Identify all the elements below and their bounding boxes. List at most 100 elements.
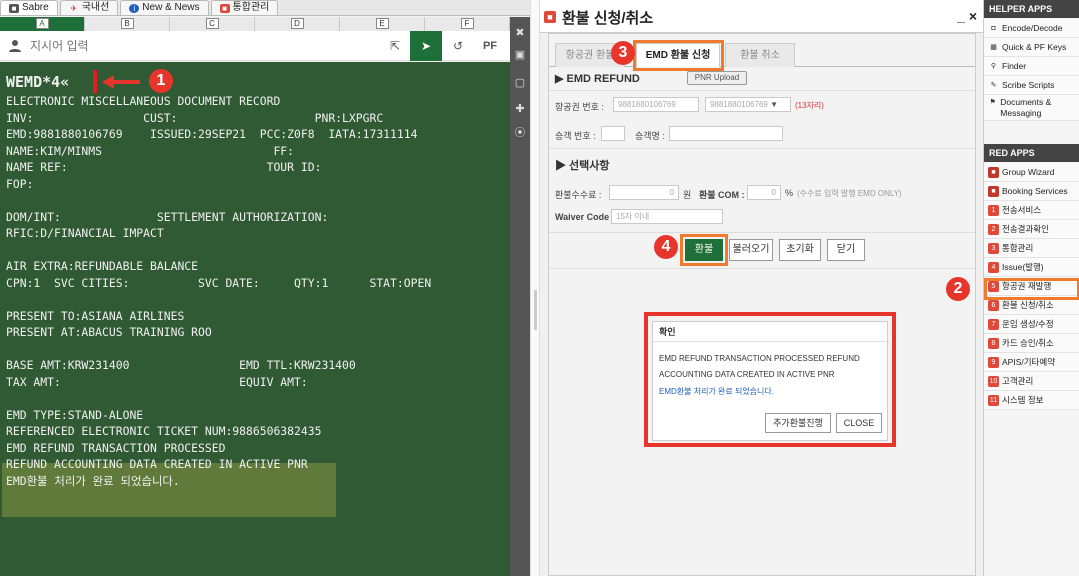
terminal-line: INV: CUST: PNR:LXPGRC	[6, 110, 384, 125]
history-icon: ↺	[452, 38, 464, 53]
terminal-line: EMD REFUND TRANSACTION PROCESSED	[6, 440, 226, 455]
red-app-item[interactable]: 3 통합관리	[984, 239, 1079, 258]
refund-fee-field[interactable]: 0	[609, 185, 679, 200]
red-app-label: 전송결과확인	[1002, 224, 1049, 234]
tab-sabre[interactable]: ■ Sabre	[0, 0, 58, 15]
briefcase-icon[interactable]: ▣	[510, 45, 530, 65]
helper-item-label: Documents & Messaging	[1000, 97, 1052, 118]
terminal-screen[interactable]: WEMD*4« ELECTRONIC MISCELLANEOUS DOCUMENT…	[0, 62, 510, 576]
sabre-icon: ■	[9, 3, 19, 13]
red-app-item[interactable]: 8 카드 승인/취소	[984, 334, 1079, 353]
red-app-item[interactable]: 10 고객관리	[984, 372, 1079, 391]
helper-apps-header: HELPER APPS	[984, 0, 1079, 18]
additional-refund-button[interactable]: 추가환불진행	[765, 413, 831, 433]
red-app-label: 운임 생성/수정	[1002, 319, 1054, 329]
splitter-handle[interactable]	[534, 290, 537, 330]
divider	[549, 148, 975, 149]
copy-icon[interactable]: ▢	[510, 73, 530, 93]
step-badge-4: 4	[654, 235, 678, 259]
tab-domestic[interactable]: ✈ 국내선	[59, 0, 119, 15]
dialog-close-button[interactable]: CLOSE	[836, 413, 882, 433]
reset-button[interactable]: 초기화	[779, 239, 821, 261]
section-emd-refund: ▶ EMD REFUND	[555, 73, 640, 85]
pin-icon: ⚑	[989, 99, 996, 106]
refund-tabs: 항공권 환불 EMD 환불 신청 환불 취소 3	[549, 39, 975, 71]
chevron-down-icon: ▼	[770, 100, 778, 109]
pf-button[interactable]: PF	[474, 31, 506, 61]
keyboard-icon: ▦	[990, 44, 997, 52]
passenger-name-label: 승객명 :	[635, 131, 665, 141]
column-e[interactable]: E	[340, 17, 425, 31]
info-icon: i	[129, 3, 140, 13]
external-link-button[interactable]: ⇱	[380, 31, 410, 61]
red-app-item[interactable]: 1 전송서비스	[984, 201, 1079, 220]
app-icon: ■	[219, 3, 230, 13]
pin-icon[interactable]: ✚	[510, 99, 530, 119]
load-button[interactable]: 불러오기	[729, 239, 773, 261]
pnr-upload-button[interactable]: PNR Upload	[687, 71, 747, 85]
red-app-label: Booking Services	[1002, 186, 1068, 196]
close-button[interactable]: 닫기	[827, 239, 865, 261]
send-button[interactable]: ➤	[410, 30, 442, 61]
column-d[interactable]: D	[255, 17, 340, 31]
command-input[interactable]	[30, 38, 360, 53]
history-button[interactable]: ↺	[442, 31, 474, 61]
num-icon: 10	[988, 376, 999, 388]
window-controls[interactable]: _ ×	[957, 8, 977, 24]
column-c[interactable]: C	[170, 17, 255, 31]
terminal-line: TAX AMT: EQUIV AMT:	[6, 374, 308, 389]
step-badge-2: 2	[946, 277, 970, 301]
ticket-number-field[interactable]: 9881880106769	[613, 97, 699, 112]
red-app-item[interactable]: 7 운임 생성/수정	[984, 315, 1079, 334]
red-app-label: 카드 승인/취소	[1002, 338, 1054, 348]
red-app-item[interactable]: 4 Issue(발행)	[984, 258, 1079, 277]
terminal-toolstrip: ✖ ▣ ▢ ✚ ⦿	[510, 17, 530, 576]
red-app-item[interactable]: 2 전송결과확인	[984, 220, 1079, 239]
red-app-item[interactable]: ■ Group Wizard	[984, 163, 1079, 182]
refund-com-field[interactable]: 0	[747, 185, 781, 200]
red-app-item[interactable]: ■ Booking Services	[984, 182, 1079, 201]
tab-integrated[interactable]: ■ 통합관리	[210, 0, 279, 15]
helper-item-label: Scribe Scripts	[1002, 80, 1055, 90]
red-app-label: 환불 신청/취소	[1002, 300, 1054, 310]
column-a[interactable]: A	[0, 17, 85, 31]
red-app-label: 전송서비스	[1002, 205, 1042, 215]
terminal-line: REFUND ACCOUNTING DATA CREATED IN ACTIVE…	[6, 457, 308, 471]
send-icon: ➤	[420, 38, 432, 53]
command-bar: ⇱ ➤ ↺ PF	[0, 30, 510, 61]
action-buttons: 환불 불러오기 초기화 닫기	[549, 231, 975, 266]
column-b[interactable]: B	[85, 17, 170, 31]
num-icon: 9	[988, 357, 999, 369]
passenger-name-field[interactable]	[669, 126, 783, 141]
tab-refund-cancel[interactable]: 환불 취소	[725, 43, 795, 67]
helper-item[interactable]: ◘ Encode/Decode	[984, 19, 1079, 38]
red-app-label: APIS/기타예약	[1002, 357, 1056, 367]
terminal-line: EMD환불 처리가 완료 되었습니다.	[6, 473, 180, 488]
terminal-line: NAME REF: TOUR ID:	[6, 160, 322, 174]
helper-item-label: Finder	[1002, 61, 1027, 71]
passenger-number-field[interactable]	[601, 126, 625, 141]
panel-splitter[interactable]	[530, 0, 540, 576]
helper-item[interactable]: ⚑ Documents & Messaging	[984, 95, 1079, 121]
red-app-label: 고객관리	[1002, 376, 1034, 386]
helper-item[interactable]: ⚲ Finder	[984, 57, 1079, 76]
num-icon: 3	[988, 243, 999, 255]
tools-icon[interactable]: ✖	[510, 23, 530, 43]
refund-com-unit: %	[785, 188, 794, 198]
ticket-number-select[interactable]: 9881880106769 ▼	[705, 97, 791, 112]
terminal-command-line: WEMD*4«	[6, 73, 70, 91]
helper-item[interactable]: ✎ Scribe Scripts	[984, 76, 1079, 95]
play-icon[interactable]: ⦿	[510, 123, 530, 143]
column-f[interactable]: F	[425, 17, 510, 31]
red-app-item[interactable]: 11 시스템 정보	[984, 391, 1079, 410]
helper-item[interactable]: ▦ Quick & PF Keys	[984, 38, 1079, 57]
tab-new-news[interactable]: i New & News	[120, 0, 209, 15]
step-badge-3: 3	[611, 41, 635, 65]
refund-fee-unit: 원	[683, 190, 692, 200]
booking-icon: ■	[988, 186, 999, 198]
red-app-label: Issue(발행)	[1002, 262, 1044, 272]
waiver-code-field[interactable]: 15자 이내	[611, 209, 723, 224]
dialog-message-line: EMD REFUND TRANSACTION PROCESSED REFUND	[659, 354, 860, 363]
red-app-item[interactable]: 9 APIS/기타예약	[984, 353, 1079, 372]
terminal-line: PRESENT TO:ASIANA AIRLINES	[6, 308, 185, 323]
